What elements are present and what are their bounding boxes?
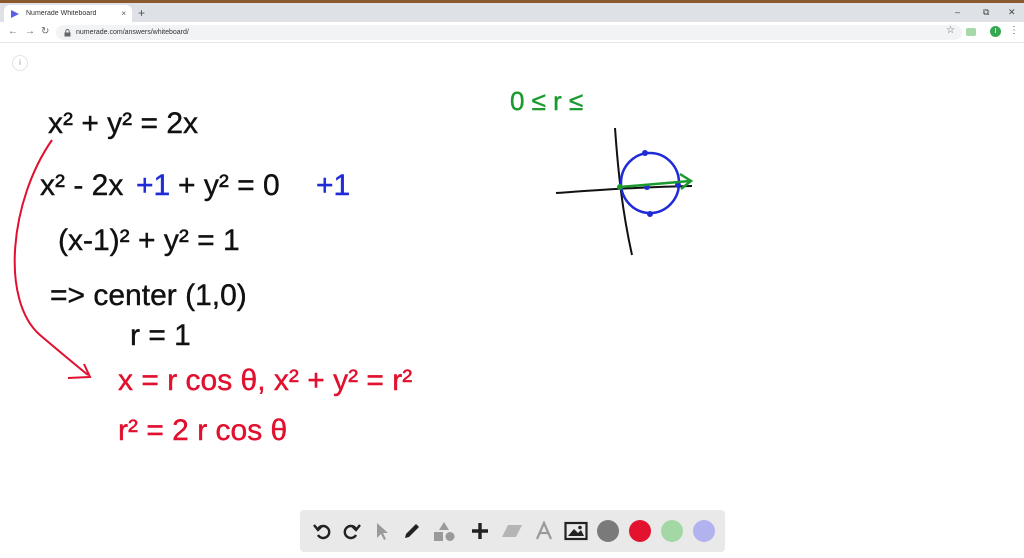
swatch-gray[interactable] [597,520,619,542]
redo-icon[interactable] [338,517,366,545]
equation-line-3: (x-1)² + y² = 1 [58,224,240,257]
swatch-red[interactable] [629,520,651,542]
pen-icon[interactable] [398,517,426,545]
undo-icon[interactable] [308,517,336,545]
equation-line-2-plus-one: +1 [136,169,170,202]
origin-point [617,184,623,190]
red-equation-line-1: x = r cos θ, x² + y² = r² [118,364,412,397]
eraser-icon[interactable] [498,517,526,545]
equation-line-5: r = 1 [130,319,191,352]
whiteboard-drawing: x² + y² = 2x x² - 2x +1 + y² = 0 +1 (x-1… [13,86,694,447]
whiteboard-toolbar [300,510,725,552]
equation-line-2-part-c: + y² = 0 [178,169,280,202]
text-icon[interactable] [530,517,558,545]
plus-icon[interactable] [466,517,494,545]
circle-top-point [642,150,648,156]
equation-line-1: x² + y² = 2x [48,107,198,140]
graph-y-axis [614,127,633,256]
equation-line-4: => center (1,0) [50,279,247,312]
green-inequality: 0 ≤ r ≤ [510,86,583,116]
red-arrow-head [67,363,92,379]
circle-bottom-point [647,211,653,217]
image-icon[interactable] [562,517,590,545]
pointer-icon[interactable] [368,517,396,545]
equation-line-2-plus-one-right: +1 [316,169,350,202]
swatch-green[interactable] [661,520,683,542]
red-equation-line-2: r² = 2 r cos θ [118,414,287,447]
equation-line-2-part-a: x² - 2x [40,169,123,202]
shapes-icon[interactable] [430,517,458,545]
swatch-lavender[interactable] [693,520,715,542]
